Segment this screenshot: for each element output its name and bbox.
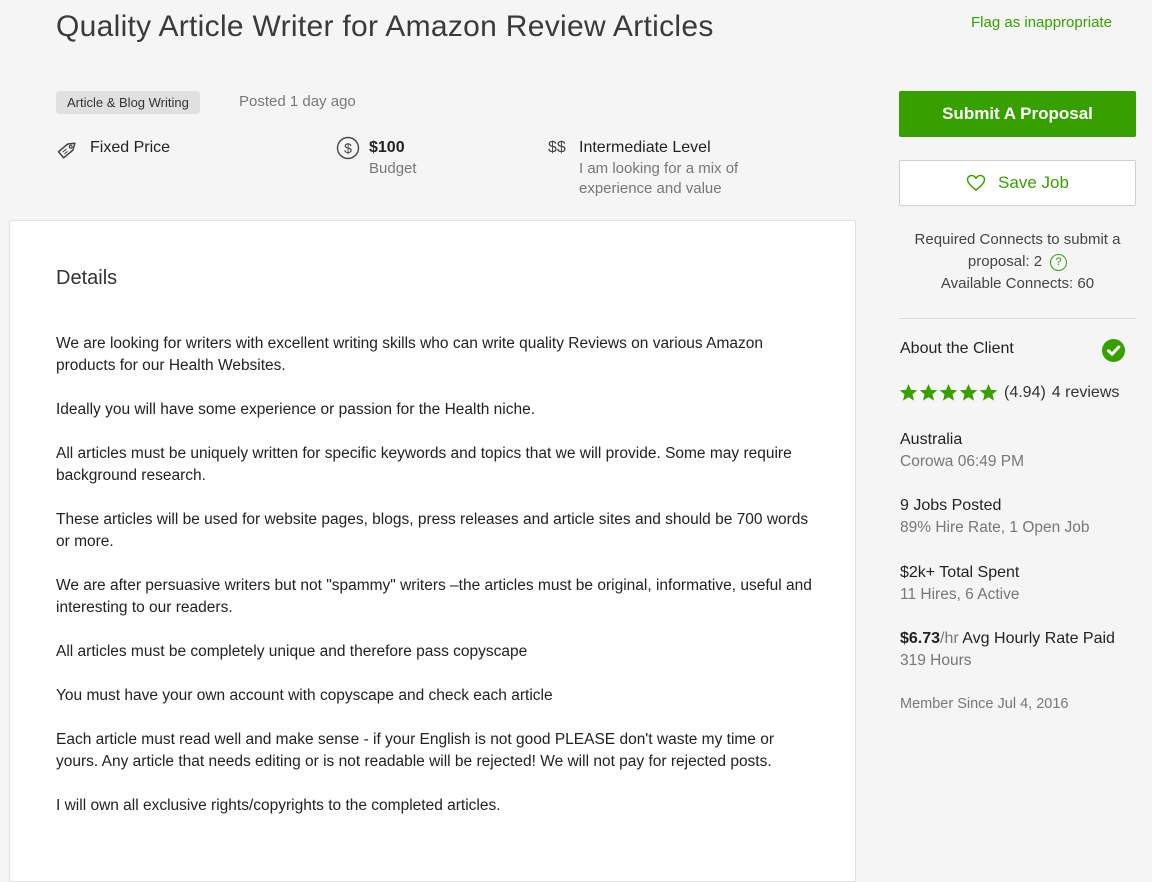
verified-check-icon: [1102, 339, 1125, 362]
details-heading: Details: [56, 267, 118, 289]
rating-stars: [899, 383, 998, 402]
level-description: I am looking for a mix of experience and…: [579, 160, 739, 197]
star-icon: [979, 383, 998, 401]
heart-icon: [966, 174, 986, 192]
posted-time: Posted 1 day ago: [239, 93, 356, 110]
star-icon: [959, 383, 978, 401]
category-tag[interactable]: Article & Blog Writing: [56, 91, 200, 114]
description-paragraph: Each article must read well and make sen…: [56, 731, 775, 770]
description-paragraph: I will own all exclusive rights/copyrigh…: [56, 797, 501, 814]
description-paragraph: You must have your own account with copy…: [56, 687, 553, 704]
connects-required: Required Connects to submit a proposal: …: [914, 231, 1121, 270]
star-icon: [899, 383, 918, 401]
budget-value: $100: [369, 139, 405, 156]
description-paragraph: Ideally you will have some experience or…: [56, 401, 536, 418]
description-paragraph: We are after persuasive writers but not …: [56, 577, 812, 616]
level-title: Intermediate Level: [579, 139, 711, 156]
client-jobs-posted: 9 Jobs Posted: [900, 497, 1002, 514]
save-job-button[interactable]: Save Job: [899, 160, 1136, 206]
save-job-label: Save Job: [998, 173, 1069, 192]
price-type: Fixed Price: [90, 139, 171, 156]
dollar-circle-icon: $: [336, 136, 360, 165]
member-since: Member Since Jul 4, 2016: [900, 696, 1069, 712]
svg-text:$: $: [344, 140, 352, 156]
about-client-heading: About the Client: [900, 340, 1014, 357]
flag-inappropriate-link[interactable]: Flag as inappropriate: [971, 14, 1112, 31]
level-symbol: $$: [548, 139, 566, 156]
client-hires: 11 Hires, 6 Active: [900, 586, 1020, 603]
client-total-spent: $2k+ Total Spent: [900, 564, 1020, 581]
reviews-count[interactable]: 4 reviews: [1052, 384, 1120, 402]
budget-label: Budget: [369, 160, 417, 177]
client-city-time: Corowa 06:49 PM: [900, 453, 1025, 470]
rate-value: $6.73: [900, 630, 941, 647]
rate-label: Avg Hourly Rate Paid: [962, 630, 1115, 647]
rate-unit: /hr: [940, 630, 959, 647]
client-hire-rate: 89% Hire Rate, 1 Open Job: [900, 519, 1090, 536]
rating-value: (4.94): [1004, 383, 1046, 401]
job-title: Quality Article Writer for Amazon Review…: [56, 10, 714, 43]
star-icon: [939, 383, 958, 401]
star-icon: [919, 383, 938, 401]
description-paragraph: These articles will be used for website …: [56, 511, 809, 550]
submit-proposal-button[interactable]: Submit A Proposal: [899, 91, 1136, 137]
tag-icon: [55, 136, 81, 167]
connects-available: Available Connects: 60: [940, 275, 1095, 292]
client-country: Australia: [900, 431, 963, 448]
client-hourly-rate: $6.73/hr Avg Hourly Rate Paid: [900, 630, 1115, 648]
client-rating: (4.94) 4 reviews: [899, 383, 1119, 402]
client-hours: 319 Hours: [900, 652, 972, 669]
details-card: Details We are looking for writers with …: [9, 220, 856, 882]
help-icon[interactable]: ?: [1050, 253, 1068, 271]
connects-info: Required Connects to submit a proposal: …: [899, 229, 1136, 295]
description-paragraph: All articles must be uniquely written fo…: [56, 445, 792, 484]
description-paragraph: We are looking for writers with excellen…: [56, 335, 763, 374]
job-description: We are looking for writers with excellen…: [56, 333, 818, 839]
sidebar-divider: [899, 318, 1136, 319]
description-paragraph: All articles must be completely unique a…: [56, 643, 528, 660]
